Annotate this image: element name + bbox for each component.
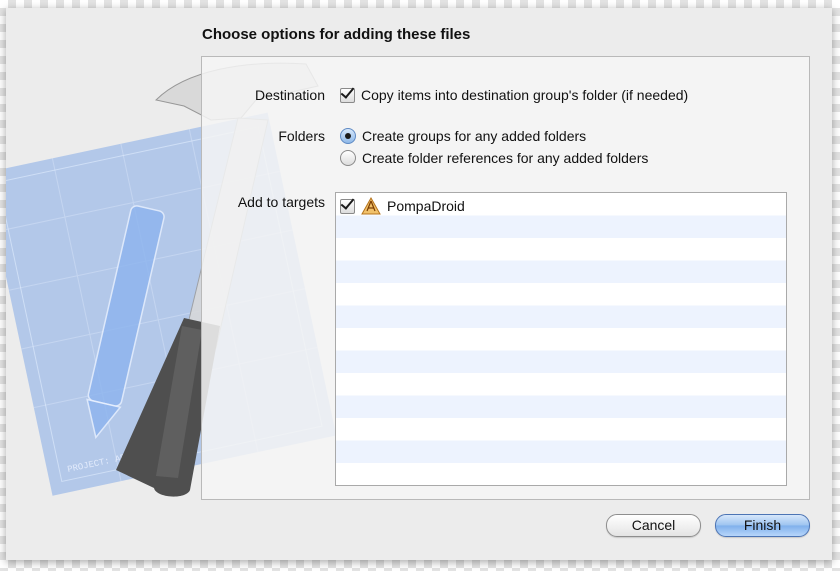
add-to-targets-label: Add to targets bbox=[237, 194, 325, 210]
finish-button[interactable]: Finish bbox=[715, 514, 810, 537]
create-folder-references-label: Create folder references for any added f… bbox=[362, 150, 649, 166]
folders-label: Folders bbox=[278, 128, 325, 144]
radio-unselected-icon[interactable] bbox=[340, 150, 356, 166]
checkbox-checked-icon[interactable] bbox=[340, 198, 355, 214]
copy-items-label: Copy items into destination group's fold… bbox=[361, 87, 689, 103]
application-target-icon bbox=[361, 197, 381, 215]
radio-selected-icon[interactable] bbox=[340, 128, 356, 144]
destination-label: Destination bbox=[254, 87, 325, 103]
target-name: PompaDroid bbox=[387, 198, 465, 214]
checkbox-checked-icon[interactable] bbox=[340, 87, 355, 103]
create-folder-references-radio[interactable]: Create folder references for any added f… bbox=[340, 150, 648, 166]
cancel-button[interactable]: Cancel bbox=[606, 514, 701, 537]
create-groups-label: Create groups for any added folders bbox=[362, 128, 587, 144]
options-panel: Destination Copy items into destination … bbox=[201, 56, 810, 500]
target-row[interactable]: PompaDroid bbox=[340, 197, 465, 215]
create-groups-radio[interactable]: Create groups for any added folders bbox=[340, 128, 586, 144]
copy-items-checkbox[interactable]: Copy items into destination group's fold… bbox=[340, 87, 688, 103]
targets-list[interactable]: PompaDroid bbox=[335, 192, 787, 486]
dialog-title: Choose options for adding these files bbox=[202, 26, 471, 43]
add-files-sheet: PROJECT: APPLICATION.APP Choose options … bbox=[6, 8, 832, 560]
